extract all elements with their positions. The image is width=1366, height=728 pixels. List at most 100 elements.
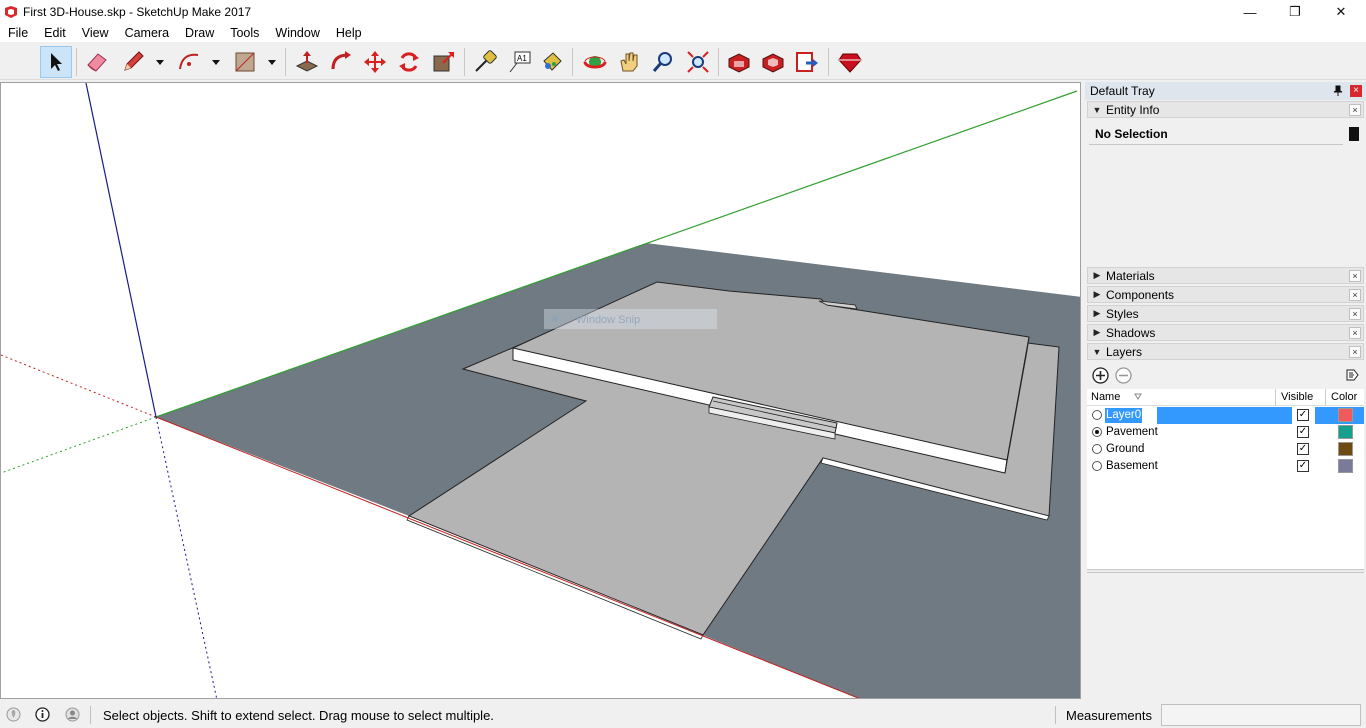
3d-warehouse-icon [728, 53, 750, 73]
active-layer-radio[interactable] [1092, 427, 1102, 437]
menu-tools[interactable]: Tools [222, 24, 267, 42]
layer-name[interactable]: Basement [1105, 459, 1159, 474]
paint-bucket-tool-button[interactable] [536, 46, 568, 78]
details-arrow-icon[interactable] [1345, 368, 1359, 382]
column-visible[interactable]: Visible [1281, 391, 1313, 403]
maximize-button[interactable]: ❐ [1272, 0, 1318, 24]
layer-row-pavement[interactable]: Pavement ✓ [1087, 424, 1364, 441]
active-layer-radio[interactable] [1092, 461, 1102, 471]
close-button[interactable]: ✕ [1318, 0, 1364, 24]
layer-name[interactable]: Layer0 [1103, 407, 1144, 424]
visible-checkbox[interactable]: ✓ [1297, 460, 1309, 472]
rectangle-tool-button[interactable] [229, 46, 261, 78]
layer-color-swatch[interactable] [1338, 425, 1353, 439]
pin-icon[interactable] [1332, 85, 1344, 97]
menu-window[interactable]: Window [267, 24, 327, 42]
close-icon[interactable]: × [1349, 308, 1361, 320]
divider [1055, 706, 1056, 724]
panel-components[interactable]: ▶ Components × [1087, 286, 1364, 303]
model-viewport[interactable]: Window Snip [0, 82, 1081, 699]
layer-color-swatch[interactable] [1338, 459, 1353, 473]
layer-name[interactable]: Pavement [1105, 425, 1159, 440]
visible-checkbox[interactable]: ✓ [1297, 443, 1309, 455]
close-icon[interactable]: × [1349, 327, 1361, 339]
chevron-down-icon[interactable] [210, 56, 222, 68]
paint-bucket-icon [543, 52, 562, 71]
close-icon[interactable]: × [1349, 289, 1361, 301]
extension-manager-button[interactable] [834, 46, 866, 78]
info-icon[interactable] [35, 707, 50, 722]
minimize-button[interactable]: — [1227, 0, 1273, 24]
pan-tool-button[interactable] [613, 46, 645, 78]
arc-tool-button[interactable] [173, 46, 205, 78]
extension-warehouse-button[interactable] [757, 46, 789, 78]
tray-close-button[interactable]: × [1350, 85, 1362, 97]
scale-tool-button[interactable] [428, 46, 460, 78]
panel-layers[interactable]: ▼ Layers × [1087, 343, 1364, 360]
menu-file[interactable]: File [0, 24, 36, 42]
menu-view[interactable]: View [74, 24, 117, 42]
tape-measure-tool-button[interactable] [469, 46, 501, 78]
active-layer-radio[interactable] [1092, 444, 1102, 454]
delete-layer-icon[interactable] [1115, 367, 1132, 384]
menu-camera[interactable]: Camera [117, 24, 177, 42]
active-layer-radio[interactable] [1092, 410, 1102, 420]
sort-icon[interactable] [1134, 393, 1142, 401]
send-to-layout-button[interactable] [791, 46, 823, 78]
move-tool-button[interactable] [359, 46, 391, 78]
layer-name[interactable]: Ground [1105, 442, 1145, 457]
follow-me-tool-button[interactable] [325, 46, 357, 78]
layer-row-basement[interactable]: Basement ✓ [1087, 458, 1364, 475]
geo-location-icon[interactable] [6, 707, 21, 722]
panel-materials[interactable]: ▶ Materials × [1087, 267, 1364, 284]
column-name[interactable]: Name [1091, 391, 1120, 403]
close-icon[interactable]: × [1349, 270, 1361, 282]
panel-styles[interactable]: ▶ Styles × [1087, 305, 1364, 322]
user-sign-in-icon[interactable] [65, 707, 80, 722]
close-icon[interactable]: × [1349, 346, 1361, 358]
arc-icon [179, 53, 199, 70]
visible-checkbox[interactable]: ✓ [1297, 409, 1309, 421]
layer-color-swatch[interactable] [1338, 408, 1353, 422]
move-icon [364, 51, 386, 73]
add-layer-icon[interactable] [1092, 367, 1109, 384]
panel-resize-handle[interactable] [1087, 569, 1364, 573]
panel-entity-info[interactable]: ▼ Entity Info × [1087, 101, 1364, 118]
layer-color-swatch[interactable] [1338, 442, 1353, 456]
zoom-extents-tool-button[interactable] [682, 46, 714, 78]
close-icon[interactable]: × [1349, 104, 1361, 116]
column-color[interactable]: Color [1331, 391, 1357, 403]
chevron-down-icon[interactable] [154, 56, 166, 68]
panel-shadows[interactable]: ▶ Shadows × [1087, 324, 1364, 341]
red-axis-negative [1, 354, 157, 418]
tape-measure-icon [475, 50, 497, 72]
extension-warehouse-icon [762, 53, 784, 73]
rotate-tool-button[interactable] [393, 46, 425, 78]
panel-shadows-title: Shadows [1106, 325, 1156, 340]
measurements-input[interactable] [1161, 704, 1361, 726]
chevron-down-icon[interactable] [266, 56, 278, 68]
details-toggle-icon[interactable] [1349, 127, 1359, 141]
collapsed-triangle-icon: ▶ [1093, 289, 1101, 299]
pencil-tool-button[interactable] [117, 46, 149, 78]
menu-edit[interactable]: Edit [36, 24, 74, 42]
eraser-tool-button[interactable] [81, 46, 113, 78]
layer-row-layer0[interactable]: Layer0 ✓ [1087, 407, 1364, 424]
menu-draw[interactable]: Draw [177, 24, 222, 42]
orbit-tool-button[interactable] [579, 46, 611, 78]
text-icon: A1 [509, 51, 531, 73]
tray-header: Default Tray × [1085, 82, 1366, 100]
3d-scene: Window Snip [1, 83, 1080, 698]
push-pull-tool-button[interactable] [291, 46, 323, 78]
send-to-layout-icon [796, 52, 818, 72]
3d-warehouse-button[interactable] [723, 46, 755, 78]
select-tool-button[interactable] [40, 46, 72, 78]
push-pull-icon [295, 51, 319, 72]
zoom-tool-button[interactable] [647, 46, 679, 78]
layers-toolbar [1087, 363, 1364, 389]
text-tool-button[interactable]: A1 [504, 46, 536, 78]
visible-checkbox[interactable]: ✓ [1297, 426, 1309, 438]
menu-bar: File Edit View Camera Draw Tools Window … [0, 24, 1366, 42]
layer-row-ground[interactable]: Ground ✓ [1087, 441, 1364, 458]
menu-help[interactable]: Help [328, 24, 370, 42]
